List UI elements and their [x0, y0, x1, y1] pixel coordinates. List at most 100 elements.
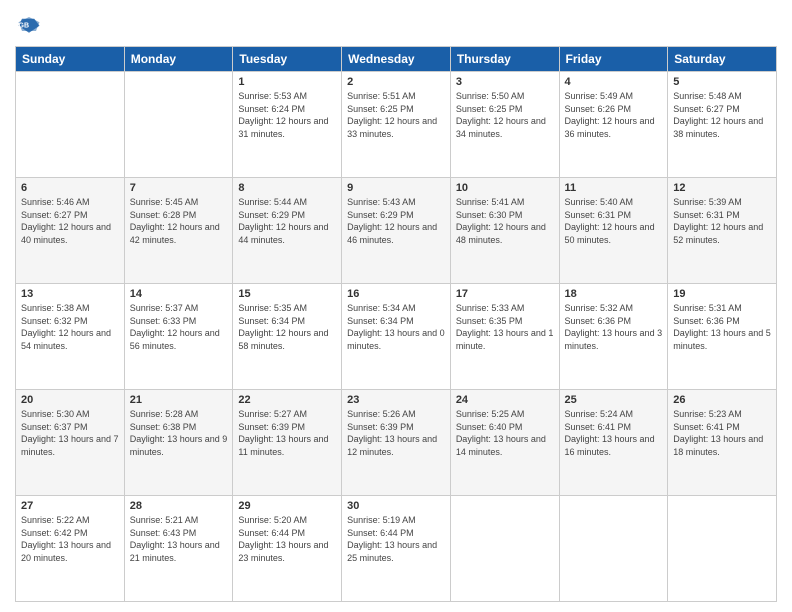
logo-icon: GB	[15, 10, 43, 38]
day-number: 21	[130, 394, 228, 406]
calendar-cell: 28 Sunrise: 5:21 AM Sunset: 6:43 PM Dayli…	[124, 496, 233, 602]
calendar-header-monday: Monday	[124, 47, 233, 72]
calendar-cell: 22 Sunrise: 5:27 AM Sunset: 6:39 PM Dayli…	[233, 390, 342, 496]
calendar-cell: 13 Sunrise: 5:38 AM Sunset: 6:32 PM Dayli…	[16, 284, 125, 390]
day-info: Sunrise: 5:49 AM Sunset: 6:26 PM Dayligh…	[565, 90, 663, 140]
day-number: 7	[130, 182, 228, 194]
day-info: Sunrise: 5:34 AM Sunset: 6:34 PM Dayligh…	[347, 302, 445, 352]
calendar-cell: 24Sunrise: 5:25 AM Sunset: 6:40 PM Dayli…	[450, 390, 559, 496]
day-info: Sunrise: 5:48 AM Sunset: 6:27 PM Dayligh…	[673, 90, 771, 140]
day-info: Sunrise: 5:53 AM Sunset: 6:24 PM Dayligh…	[238, 90, 336, 140]
calendar-cell: 7 Sunrise: 5:45 AM Sunset: 6:28 PM Daylig…	[124, 178, 233, 284]
day-number: 4	[565, 76, 663, 88]
calendar-cell: 21 Sunrise: 5:28 AM Sunset: 6:38 PM Dayli…	[124, 390, 233, 496]
calendar-cell: 23Sunrise: 5:26 AM Sunset: 6:39 PM Dayli…	[342, 390, 451, 496]
day-number: 11	[565, 182, 663, 194]
day-info: Sunrise: 5:38 AM Sunset: 6:32 PM Dayligh…	[21, 302, 119, 352]
calendar-cell: 10 Sunrise: 5:41 AM Sunset: 6:30 PM Dayli…	[450, 178, 559, 284]
calendar-cell: 27 Sunrise: 5:22 AM Sunset: 6:42 PM Dayli…	[16, 496, 125, 602]
day-number: 25	[565, 394, 663, 406]
calendar-cell: 4 Sunrise: 5:49 AM Sunset: 6:26 PM Daylig…	[559, 72, 668, 178]
day-number: 13	[21, 288, 119, 300]
day-info: Sunrise: 5:25 AM Sunset: 6:40 PM Dayligh…	[456, 408, 554, 458]
day-info: Sunrise: 5:32 AM Sunset: 6:36 PM Dayligh…	[565, 302, 663, 352]
calendar-header-sunday: Sunday	[16, 47, 125, 72]
day-number: 28	[130, 500, 228, 512]
day-number: 26	[673, 394, 771, 406]
calendar-cell	[124, 72, 233, 178]
day-info: Sunrise: 5:45 AM Sunset: 6:28 PM Dayligh…	[130, 196, 228, 246]
day-number: 29	[238, 500, 336, 512]
calendar-header-wednesday: Wednesday	[342, 47, 451, 72]
calendar-header-friday: Friday	[559, 47, 668, 72]
day-number: 22	[238, 394, 336, 406]
day-number: 2	[347, 76, 445, 88]
day-number: 27	[21, 500, 119, 512]
calendar-week-row: 27 Sunrise: 5:22 AM Sunset: 6:42 PM Dayli…	[16, 496, 777, 602]
calendar-cell	[559, 496, 668, 602]
calendar-header-saturday: Saturday	[668, 47, 777, 72]
day-number: 8	[238, 182, 336, 194]
day-number: 18	[565, 288, 663, 300]
calendar-cell: 19Sunrise: 5:31 AM Sunset: 6:36 PM Dayli…	[668, 284, 777, 390]
day-number: 12	[673, 182, 771, 194]
day-info: Sunrise: 5:51 AM Sunset: 6:25 PM Dayligh…	[347, 90, 445, 140]
svg-text:GB: GB	[19, 23, 30, 30]
calendar-table: SundayMondayTuesdayWednesdayThursdayFrid…	[15, 46, 777, 602]
day-info: Sunrise: 5:40 AM Sunset: 6:31 PM Dayligh…	[565, 196, 663, 246]
day-number: 6	[21, 182, 119, 194]
calendar-cell: 25Sunrise: 5:24 AM Sunset: 6:41 PM Dayli…	[559, 390, 668, 496]
logo: GB	[15, 10, 47, 38]
day-info: Sunrise: 5:19 AM Sunset: 6:44 PM Dayligh…	[347, 514, 445, 564]
day-info: Sunrise: 5:44 AM Sunset: 6:29 PM Dayligh…	[238, 196, 336, 246]
calendar-cell: 5 Sunrise: 5:48 AM Sunset: 6:27 PM Daylig…	[668, 72, 777, 178]
page: GB SundayMondayTuesdayWednesdayThursdayF…	[0, 0, 792, 612]
calendar-cell: 20 Sunrise: 5:30 AM Sunset: 6:37 PM Dayli…	[16, 390, 125, 496]
day-number: 10	[456, 182, 554, 194]
day-info: Sunrise: 5:43 AM Sunset: 6:29 PM Dayligh…	[347, 196, 445, 246]
calendar-cell	[668, 496, 777, 602]
calendar-cell: 29 Sunrise: 5:20 AM Sunset: 6:44 PM Dayli…	[233, 496, 342, 602]
calendar-week-row: 20 Sunrise: 5:30 AM Sunset: 6:37 PM Dayli…	[16, 390, 777, 496]
calendar-cell: 17 Sunrise: 5:33 AM Sunset: 6:35 PM Dayli…	[450, 284, 559, 390]
day-info: Sunrise: 5:22 AM Sunset: 6:42 PM Dayligh…	[21, 514, 119, 564]
day-number: 19	[673, 288, 771, 300]
calendar-cell: 1Sunrise: 5:53 AM Sunset: 6:24 PM Daylig…	[233, 72, 342, 178]
calendar-week-row: 1Sunrise: 5:53 AM Sunset: 6:24 PM Daylig…	[16, 72, 777, 178]
day-info: Sunrise: 5:35 AM Sunset: 6:34 PM Dayligh…	[238, 302, 336, 352]
calendar-cell	[16, 72, 125, 178]
day-number: 30	[347, 500, 445, 512]
calendar-cell: 8 Sunrise: 5:44 AM Sunset: 6:29 PM Daylig…	[233, 178, 342, 284]
calendar-cell: 30 Sunrise: 5:19 AM Sunset: 6:44 PM Dayli…	[342, 496, 451, 602]
day-number: 3	[456, 76, 554, 88]
calendar-cell: 16Sunrise: 5:34 AM Sunset: 6:34 PM Dayli…	[342, 284, 451, 390]
day-info: Sunrise: 5:50 AM Sunset: 6:25 PM Dayligh…	[456, 90, 554, 140]
calendar-cell: 3 Sunrise: 5:50 AM Sunset: 6:25 PM Daylig…	[450, 72, 559, 178]
day-number: 9	[347, 182, 445, 194]
day-info: Sunrise: 5:28 AM Sunset: 6:38 PM Dayligh…	[130, 408, 228, 458]
calendar-cell: 12 Sunrise: 5:39 AM Sunset: 6:31 PM Dayli…	[668, 178, 777, 284]
calendar-header-tuesday: Tuesday	[233, 47, 342, 72]
calendar-cell: 11 Sunrise: 5:40 AM Sunset: 6:31 PM Dayli…	[559, 178, 668, 284]
day-info: Sunrise: 5:21 AM Sunset: 6:43 PM Dayligh…	[130, 514, 228, 564]
calendar-cell: 2 Sunrise: 5:51 AM Sunset: 6:25 PM Daylig…	[342, 72, 451, 178]
day-info: Sunrise: 5:30 AM Sunset: 6:37 PM Dayligh…	[21, 408, 119, 458]
day-info: Sunrise: 5:20 AM Sunset: 6:44 PM Dayligh…	[238, 514, 336, 564]
calendar-cell: 9 Sunrise: 5:43 AM Sunset: 6:29 PM Daylig…	[342, 178, 451, 284]
day-info: Sunrise: 5:27 AM Sunset: 6:39 PM Dayligh…	[238, 408, 336, 458]
calendar-week-row: 13 Sunrise: 5:38 AM Sunset: 6:32 PM Dayli…	[16, 284, 777, 390]
calendar-cell: 6Sunrise: 5:46 AM Sunset: 6:27 PM Daylig…	[16, 178, 125, 284]
day-info: Sunrise: 5:26 AM Sunset: 6:39 PM Dayligh…	[347, 408, 445, 458]
calendar-week-row: 6Sunrise: 5:46 AM Sunset: 6:27 PM Daylig…	[16, 178, 777, 284]
day-number: 20	[21, 394, 119, 406]
day-info: Sunrise: 5:41 AM Sunset: 6:30 PM Dayligh…	[456, 196, 554, 246]
day-number: 5	[673, 76, 771, 88]
day-info: Sunrise: 5:23 AM Sunset: 6:41 PM Dayligh…	[673, 408, 771, 458]
day-info: Sunrise: 5:39 AM Sunset: 6:31 PM Dayligh…	[673, 196, 771, 246]
day-info: Sunrise: 5:33 AM Sunset: 6:35 PM Dayligh…	[456, 302, 554, 352]
calendar-cell: 14Sunrise: 5:37 AM Sunset: 6:33 PM Dayli…	[124, 284, 233, 390]
day-number: 17	[456, 288, 554, 300]
day-number: 15	[238, 288, 336, 300]
calendar-cell: 15 Sunrise: 5:35 AM Sunset: 6:34 PM Dayli…	[233, 284, 342, 390]
calendar-cell: 26 Sunrise: 5:23 AM Sunset: 6:41 PM Dayli…	[668, 390, 777, 496]
